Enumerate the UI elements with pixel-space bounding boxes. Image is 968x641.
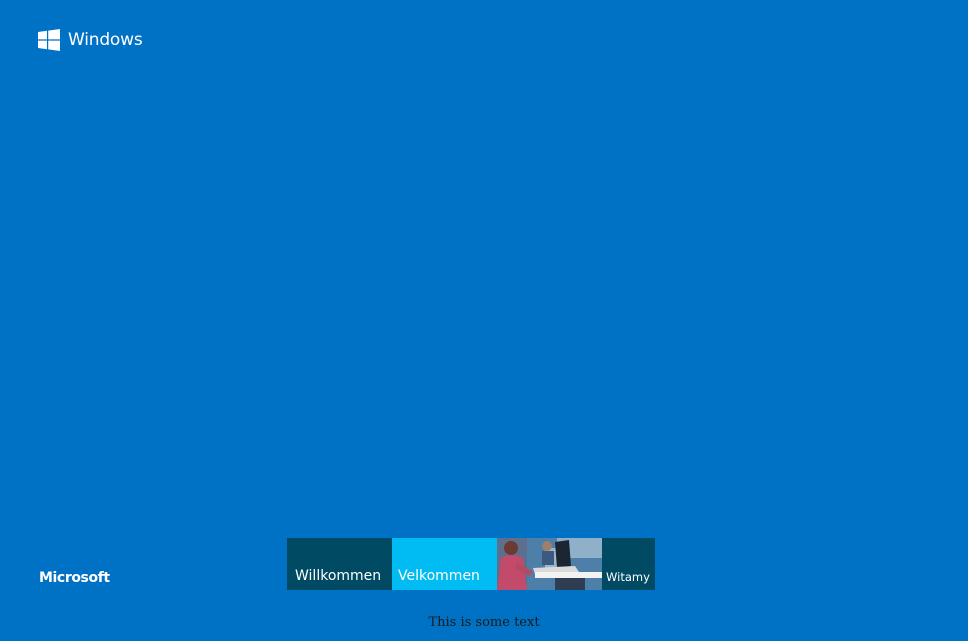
caption-text: This is some text (428, 615, 540, 630)
windows-logo-icon (38, 29, 60, 51)
tile-label: Velkommen (398, 568, 480, 584)
tile-photo[interactable] (497, 538, 602, 590)
tile-label: Witamy (606, 570, 650, 584)
tile-label: Willkommen (295, 568, 382, 584)
microsoft-logo-text: Microsoft (39, 570, 110, 586)
tile-velkommen[interactable]: Velkommen (392, 538, 497, 590)
tile-witamy[interactable]: Witamy (602, 538, 655, 590)
tile-willkommen[interactable]: Willkommen (287, 538, 392, 590)
person-with-laptop-photo (497, 538, 602, 590)
windows-logo: Windows (38, 29, 143, 51)
windows-brand-text: Windows (68, 30, 143, 50)
welcome-tiles: Willkommen Velkommen Witamy (287, 538, 655, 590)
